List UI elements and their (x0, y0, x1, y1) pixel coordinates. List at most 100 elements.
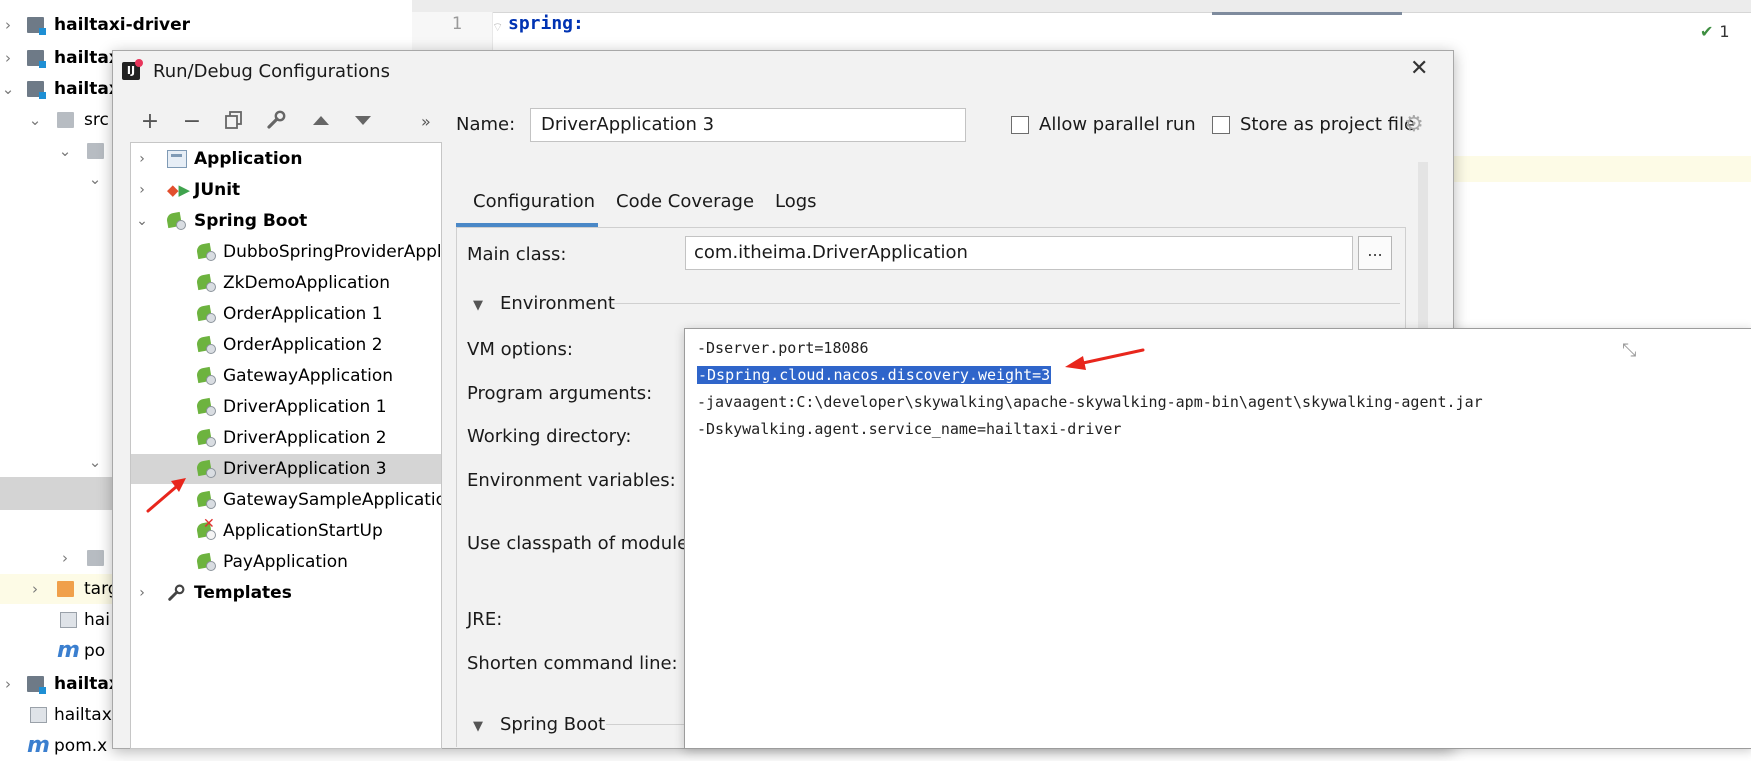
wrench-icon (167, 584, 187, 602)
chevron-down-icon[interactable]: ⌄ (27, 105, 43, 135)
browse-button[interactable]: ... (1358, 236, 1392, 270)
chevron-right-icon[interactable]: › (135, 578, 149, 608)
vm-option-line[interactable]: -Dserver.port=18086 (697, 339, 869, 357)
tree-item-config[interactable]: DriverApplication 1 (131, 392, 441, 422)
chevron-down-icon[interactable]: ⌄ (135, 206, 149, 236)
tree-group-templates[interactable]: › Templates (131, 578, 441, 608)
tree-item-label: PayApplication (223, 552, 348, 572)
tree-row-label: hailtax (54, 674, 120, 694)
chevron-down-icon[interactable]: ▼ (473, 298, 483, 313)
spring-boot-icon (197, 274, 217, 292)
arrow-up-icon[interactable] (309, 110, 333, 134)
minus-icon[interactable]: − (180, 110, 204, 134)
tree-item-config[interactable]: DriverApplication 2 (131, 423, 441, 453)
folder-icon (87, 550, 104, 566)
spring-boot-section-label[interactable]: Spring Boot (500, 714, 605, 735)
toolbar-overflow-button[interactable]: » (421, 112, 431, 131)
tree-group-label: Application (194, 149, 303, 169)
section-divider (612, 303, 1400, 304)
tree-item-config[interactable]: OrderApplication 1 (131, 299, 441, 329)
plus-icon[interactable]: + (138, 110, 162, 134)
section-divider (606, 724, 684, 725)
allow-parallel-checkbox[interactable] (1011, 116, 1029, 134)
tree-item-label: ApplicationStartUp (223, 521, 383, 541)
selected-text[interactable]: -Dspring.cloud.nacos.discovery.weight=3 (697, 366, 1052, 384)
chevron-right-icon[interactable]: › (135, 175, 149, 205)
spring-boot-icon (197, 243, 217, 261)
tree-item-config[interactable]: GatewayApplication (131, 361, 441, 391)
maven-icon: m (27, 733, 50, 758)
tree-item-config[interactable]: ZkDemoApplication (131, 268, 441, 298)
configuration-tree[interactable]: › Application › ◆▶ JUnit ⌄ Spring Boot D… (130, 142, 442, 749)
wrench-icon[interactable] (264, 110, 288, 134)
tree-row-label: hailtax (54, 48, 120, 68)
chevron-right-icon[interactable]: › (0, 10, 16, 40)
spring-boot-icon (197, 553, 217, 571)
tab-logs[interactable]: Logs (775, 191, 817, 212)
editor-tab-bar[interactable] (412, 0, 1751, 13)
chevron-down-icon[interactable]: ⌄ (87, 164, 103, 194)
gear-icon[interactable]: ⚙ (1404, 114, 1426, 136)
environment-section-label[interactable]: Environment (500, 293, 615, 314)
chevron-right-icon[interactable]: › (57, 543, 73, 573)
tab-configuration[interactable]: Configuration (473, 191, 595, 212)
tree-item-config[interactable]: GatewaySampleApplication (131, 485, 441, 515)
module-icon (27, 17, 46, 35)
spring-boot-icon (197, 491, 217, 509)
code-text[interactable]: spring: (508, 13, 584, 34)
chevron-right-icon[interactable]: › (27, 574, 43, 604)
tree-row-label: hailtax (54, 79, 120, 99)
tree-item-config[interactable]: ✕ ApplicationStartUp (131, 516, 441, 546)
store-as-project-checkbox[interactable] (1212, 116, 1230, 134)
tree-row-label: src (84, 110, 109, 130)
arrow-down-icon[interactable] (351, 110, 375, 134)
check-icon: ✔ (1700, 22, 1714, 41)
chevron-right-icon[interactable]: › (135, 144, 149, 174)
tree-item-label: DriverApplication 3 (223, 459, 387, 479)
tree-item-config-selected[interactable]: DriverApplication 3 (131, 454, 441, 484)
tree-item-config[interactable]: OrderApplication 2 (131, 330, 441, 360)
current-line-highlight (1450, 156, 1751, 182)
chevron-down-icon[interactable]: ⌄ (0, 74, 16, 104)
chevron-right-icon[interactable]: › (0, 669, 16, 699)
tree-row-module[interactable]: › hailtaxi-driver (0, 10, 412, 40)
tree-group-junit[interactable]: › ◆▶ JUnit (131, 175, 441, 205)
fold-marker-icon[interactable]: ⌔ (492, 20, 503, 34)
tree-row-label: pom.x (54, 736, 108, 756)
environment-variables-label: Environment variables: (467, 470, 676, 491)
main-class-input[interactable]: com.itheima.DriverApplication (685, 236, 1353, 270)
spring-boot-icon (197, 460, 217, 478)
tree-row-label: hai (84, 610, 110, 630)
maven-icon: m (57, 638, 80, 663)
chevron-right-icon[interactable]: › (0, 43, 16, 73)
tree-group-application[interactable]: › Application (131, 144, 441, 174)
tree-row-label: po (84, 641, 106, 661)
module-icon (27, 81, 46, 99)
tree-group-label: Templates (194, 583, 292, 603)
vm-options-expanded-editor[interactable] (684, 328, 1751, 749)
copy-icon[interactable] (222, 110, 246, 134)
collapse-icon[interactable]: ⤡ (1622, 340, 1636, 361)
tree-item-label: OrderApplication 2 (223, 335, 383, 355)
store-as-project-label[interactable]: Store as project file (1240, 114, 1415, 135)
working-directory-label: Working directory: (467, 426, 632, 447)
tree-item-label: GatewayApplication (223, 366, 394, 386)
allow-parallel-label[interactable]: Allow parallel run (1039, 114, 1196, 135)
shorten-command-line-label: Shorten command line: (467, 653, 678, 674)
spring-boot-error-icon: ✕ (197, 517, 217, 540)
close-icon[interactable]: ✕ (1410, 56, 1428, 81)
tree-item-config[interactable]: DubboSpringProviderAppli (131, 237, 441, 267)
name-input[interactable]: DriverApplication 3 (530, 108, 966, 142)
tree-item-config[interactable]: PayApplication (131, 547, 441, 577)
editor-tab-active[interactable] (1212, 0, 1402, 15)
vm-option-line[interactable]: -Dskywalking.agent.service_name=hailtaxi… (697, 420, 1121, 438)
chevron-down-icon[interactable]: ⌄ (87, 447, 103, 477)
tree-group-spring-boot[interactable]: ⌄ Spring Boot (131, 206, 441, 236)
intellij-logo-icon: IJ (122, 59, 143, 80)
vm-option-line[interactable]: -javaagent:C:\developer\skywalking\apach… (697, 393, 1483, 411)
chevron-down-icon[interactable]: ▼ (473, 719, 483, 734)
chevron-down-icon[interactable]: ⌄ (57, 136, 73, 166)
inspection-widget[interactable]: ✔ 1 (1700, 22, 1730, 41)
vm-option-line-selected[interactable]: -Dspring.cloud.nacos.discovery.weight=3 (697, 366, 1052, 384)
tab-code-coverage[interactable]: Code Coverage (616, 191, 754, 212)
